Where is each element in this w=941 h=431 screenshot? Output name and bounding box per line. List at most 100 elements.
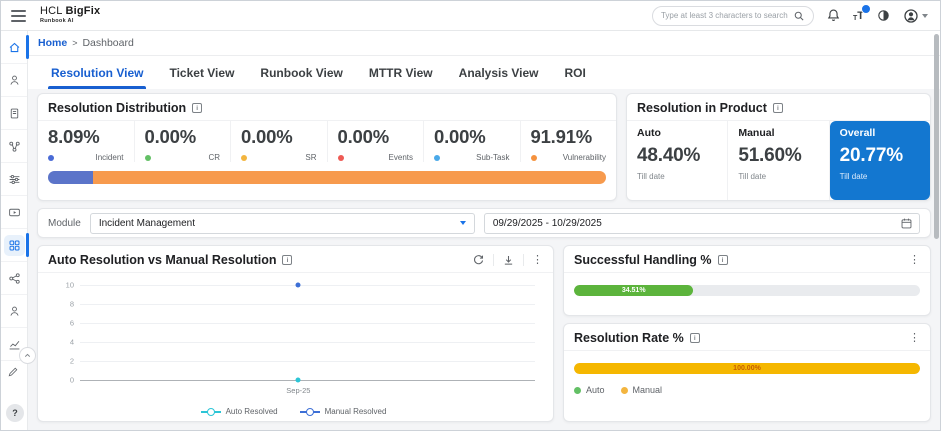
module-label: Module [48,217,81,229]
date-range-value: 09/29/2025 - 10/29/2025 [492,217,602,229]
refresh-icon[interactable] [472,254,485,267]
sidebar-item-integrations[interactable] [1,130,27,163]
sidebar-item-controls[interactable] [1,163,27,196]
agents-icon [9,306,19,316]
tab-mttr-view[interactable]: MTTR View [356,57,446,89]
legend-marker [200,407,221,416]
tab-ticket-view[interactable]: Ticket View [156,57,247,89]
edit-pencil-icon[interactable] [7,365,19,383]
card-value: 20.77% [839,145,903,166]
calendar-icon[interactable] [900,217,913,230]
info-icon[interactable] [192,103,203,113]
controls-sliders-icon [9,174,19,184]
stat-value: 8.09% [48,126,100,147]
legend-label: Manual [632,385,663,395]
logo-hcl: HCL [40,5,63,18]
theme-contrast-icon[interactable] [876,8,891,23]
stat-cr: 0.00% CR [135,121,231,162]
sidebar-item-media[interactable] [1,196,27,229]
tab-roi[interactable]: ROI [551,57,598,89]
sidebar-item-knowledge-base[interactable] [1,97,27,130]
legend-marker [299,407,320,416]
sidebar-item-connections[interactable] [1,262,27,295]
stat-value: 0.00% [144,126,197,147]
bar-segment-incident [48,171,94,184]
hamburger-menu-icon[interactable] [11,9,26,22]
successful-handling-progress: 34.51% [574,285,920,296]
x-tick: Sep-25 [286,386,311,395]
sidebar-item-agents[interactable] [1,295,27,328]
main-content: Home > Dashboard Resolution View Ticket … [28,31,940,430]
progress-fill: 34.51% [574,285,694,296]
stat-sr: 0.00% SR [231,121,328,162]
notifications-bell-icon[interactable] [826,8,841,23]
filter-bar: Module Incident Management 09/29/2025 - … [37,208,931,238]
card-label: Manual [738,127,775,139]
tab-runbook-view[interactable]: Runbook View [247,57,355,89]
help-button[interactable] [6,404,24,422]
legend-label: Manual Resolved [324,407,387,416]
tab-analysis-view[interactable]: Analysis View [446,57,552,89]
card-subtitle: Till date [738,172,767,181]
stat-label: Events [388,153,413,162]
vertical-scrollbar-thumb[interactable] [934,34,939,239]
auto-dot [574,386,581,394]
module-select[interactable]: Incident Management [89,212,475,234]
stat-value: 0.00% [434,126,486,147]
stat-sub-task: 0.00% Sub-Task [424,121,521,162]
avatar-icon [904,8,918,23]
card-label: Auto [637,127,661,139]
y-tick: 6 [69,318,74,328]
download-icon[interactable] [502,254,515,267]
legend-label: Auto [586,385,605,395]
y-tick: 4 [69,337,74,347]
user-avatar-menu[interactable] [903,8,928,24]
text-size-icon[interactable] [853,3,871,22]
more-menu-icon[interactable]: ⋮ [532,254,543,266]
sub-task-dot [434,154,440,161]
chart-area: 10 8 6 4 2 0 Sep-25 Auto Resolved Manual… [48,275,539,421]
panel-title: Resolution Rate % [574,331,684,345]
progress-fill: 100.00% [574,363,920,374]
sr-dot [241,154,247,161]
tab-resolution-view[interactable]: Resolution View [38,57,156,89]
legend-manual-resolved[interactable]: Manual Resolved [299,407,387,416]
logo-text: HCL BigFix [40,6,100,17]
more-menu-icon[interactable]: ⋮ [909,254,920,266]
breadcrumb: Home > Dashboard [28,31,940,56]
sidebar-collapse-button[interactable] [19,347,36,364]
connections-icon [8,272,20,284]
y-tick: 0 [69,375,74,385]
search-box [651,5,814,26]
legend-label: Auto Resolved [225,407,278,416]
text-size-badge [861,3,871,14]
sidebar-item-runbooks[interactable] [1,64,27,97]
view-tabs: Resolution View Ticket View Runbook View… [28,56,940,89]
stat-label: Vulnerability [562,153,606,162]
legend-manual[interactable]: Manual [620,385,663,395]
search-input[interactable] [660,11,788,20]
legend-auto[interactable]: Auto [574,385,605,395]
card-value: 48.40% [637,145,701,166]
info-icon[interactable] [282,255,293,265]
card-subtitle: Till date [839,172,868,181]
legend-auto-resolved[interactable]: Auto Resolved [200,407,278,416]
search-icon[interactable] [793,10,805,22]
info-icon[interactable] [689,333,700,343]
resolution-rate-panel: Resolution Rate % ⋮ 100.00% [563,323,931,422]
cr-dot [144,154,151,161]
stat-label: SR [305,153,317,162]
breadcrumb-home-link[interactable]: Home [38,37,67,49]
sidebar-item-home[interactable] [1,31,29,64]
sidebar-item-dashboard[interactable] [1,229,29,262]
sidebar [1,31,36,430]
app-window: HCL BigFix Runbook AI Type at least 3 ch… [0,0,941,431]
date-range-input[interactable]: 09/29/2025 - 10/29/2025 [483,212,920,234]
info-icon[interactable] [772,103,783,113]
info-icon[interactable] [717,255,728,265]
stat-events: 0.00% Events [328,121,424,162]
panel-title: Resolution Distribution [48,101,187,115]
stat-vulnerability: 91.91% Vulnerability [521,121,617,162]
more-menu-icon[interactable]: ⋮ [909,332,920,344]
resolution-distribution-panel: Resolution Distribution 8.09% Incident 0… [37,93,617,201]
